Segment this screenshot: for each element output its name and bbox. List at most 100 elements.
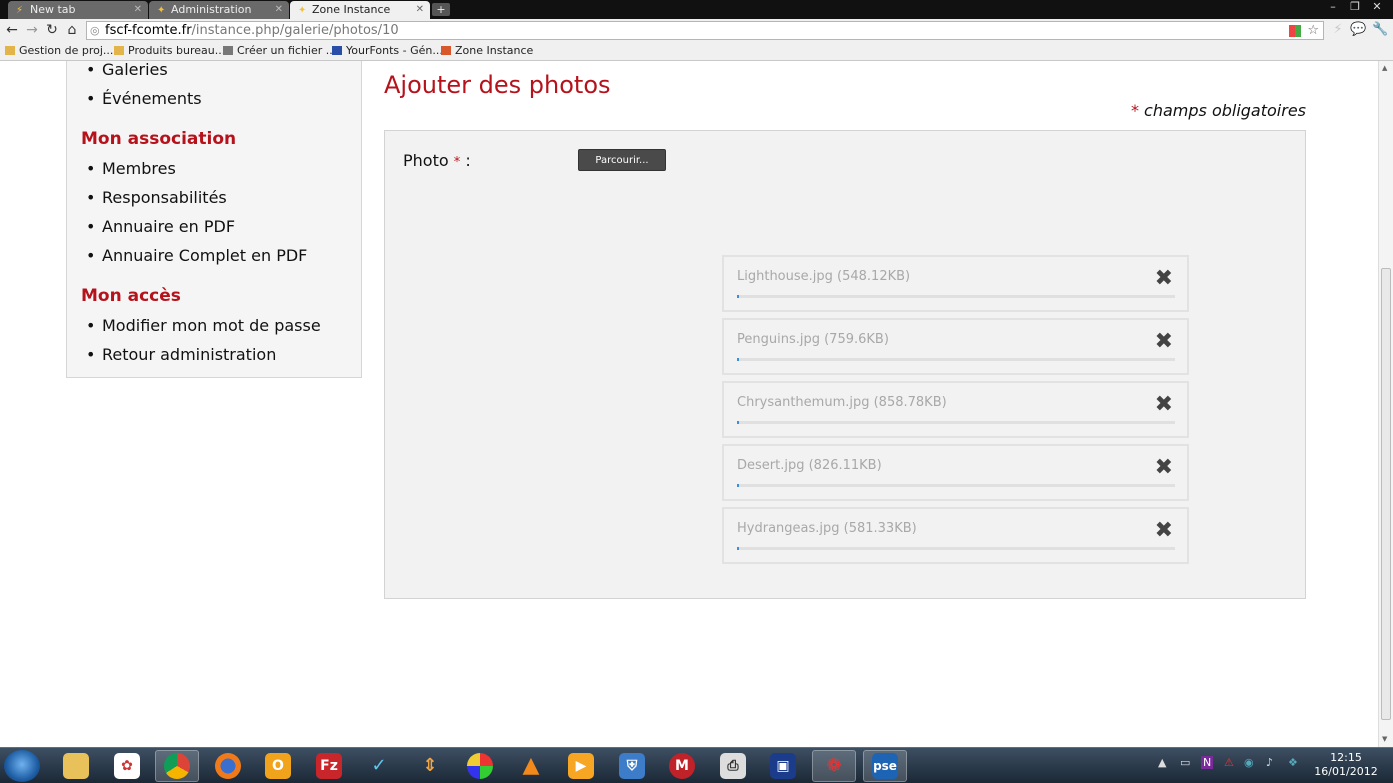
tab-new-tab[interactable]: ⚡ New tab ✕ — [8, 1, 148, 19]
page-viewport: Galeries Événements Mon association Memb… — [0, 61, 1378, 747]
bookmark-item[interactable]: YourFonts - Gén... — [332, 42, 443, 60]
media-app[interactable]: ▶ — [559, 750, 603, 782]
sidebar-item-annuaire-complet-pdf[interactable]: Annuaire Complet en PDF — [86, 246, 307, 265]
sync-icon[interactable]: ◉ — [1244, 756, 1254, 769]
sidebar-item-evenements[interactable]: Événements — [86, 89, 202, 108]
start-button[interactable] — [4, 750, 40, 782]
remove-file-icon[interactable]: ✖ — [1155, 268, 1173, 290]
bookmark-star-icon[interactable]: ☆ — [1307, 22, 1319, 39]
remove-file-icon[interactable]: ✖ — [1155, 520, 1173, 542]
volume-icon[interactable]: ♪ — [1266, 756, 1273, 769]
reload-icon[interactable]: ↻ — [44, 22, 60, 38]
play-icon: ▶ — [568, 753, 594, 779]
browser-toolbar: ← → ↻ ⌂ ◎ fscf-fcomte.fr/instance.php/ga… — [0, 19, 1393, 42]
shield-icon: ⛨ — [619, 753, 645, 779]
bookmark-item[interactable]: Créer un fichier ... — [223, 42, 336, 60]
dropbox-icon[interactable]: ❖ — [1288, 756, 1298, 769]
filezilla-icon: Fz — [316, 753, 342, 779]
app-14[interactable]: ⎙ — [711, 750, 755, 782]
extension-icon[interactable] — [1289, 25, 1301, 37]
sidebar-item-label: Responsabilités — [102, 188, 227, 207]
firefox-app[interactable] — [206, 750, 250, 782]
scrollbar-thumb[interactable] — [1381, 268, 1391, 720]
site-favicon-icon: ✦ — [298, 5, 307, 16]
upload-progress-bar — [737, 358, 1175, 361]
network-icon[interactable]: ▭ — [1180, 756, 1190, 769]
filezilla-app[interactable]: Fz — [307, 750, 351, 782]
photo-label-text: Photo — [403, 151, 449, 170]
chrome-app[interactable] — [155, 750, 199, 782]
folder-icon — [63, 753, 89, 779]
restore-icon[interactable]: ❐ — [1344, 0, 1366, 16]
sidebar-item-galeries[interactable]: Galeries — [86, 61, 168, 79]
vlc-cone-icon: ▲ — [522, 753, 540, 778]
lightning-icon[interactable]: ⚡ — [1330, 22, 1346, 38]
wrench-icon[interactable]: 🔧 — [1372, 22, 1388, 38]
tab-zone-instance[interactable]: ✦ Zone Instance ✕ — [290, 1, 430, 19]
page-title: Ajouter des photos — [384, 71, 611, 99]
file-name: Penguins.jpg (759.6KB) — [737, 332, 889, 347]
app-7[interactable]: ✓ — [357, 750, 401, 782]
show-hidden-icons-icon[interactable]: ▲ — [1158, 756, 1166, 769]
tab-title: Zone Instance — [312, 3, 391, 16]
scroll-up-icon[interactable]: ▲ — [1382, 64, 1387, 72]
url-host: fscf-fcomte.fr — [105, 23, 192, 38]
close-icon[interactable]: ✕ — [275, 1, 283, 18]
photo-field-label: Photo * : — [403, 151, 471, 170]
pse-app[interactable]: pse — [863, 750, 907, 782]
firefox-icon — [215, 753, 241, 779]
file-name: Hydrangeas.jpg (581.33KB) — [737, 521, 917, 536]
tab-title: Administration — [171, 3, 252, 16]
address-bar[interactable]: ◎ fscf-fcomte.fr/instance.php/galerie/ph… — [86, 21, 1324, 40]
file-name: Chrysanthemum.jpg (858.78KB) — [737, 395, 947, 410]
remove-file-icon[interactable]: ✖ — [1155, 331, 1173, 353]
close-icon[interactable]: ✕ — [134, 1, 142, 18]
security-app[interactable]: ⛨ — [610, 750, 654, 782]
molecule-icon: ❁ — [826, 755, 842, 776]
explorer-app[interactable] — [54, 750, 98, 782]
system-clock[interactable]: 12:15 16/01/2012 — [1312, 751, 1380, 779]
minimize-icon[interactable]: – — [1322, 0, 1344, 16]
browse-button[interactable]: Parcourir... — [578, 149, 666, 171]
outlook-app[interactable]: O — [256, 750, 300, 782]
new-tab-button[interactable]: + — [432, 3, 450, 16]
tab-administration[interactable]: ✦ Administration ✕ — [149, 1, 289, 19]
picasa-app[interactable]: ✿ — [105, 750, 149, 782]
back-icon[interactable]: ← — [4, 22, 20, 38]
sidebar-item-responsabilites[interactable]: Responsabilités — [86, 188, 227, 207]
remove-file-icon[interactable]: ✖ — [1155, 394, 1173, 416]
sidebar-item-label: Événements — [102, 89, 202, 108]
bookmark-item[interactable]: Gestion de proj... — [5, 42, 113, 60]
sidebar-item-modifier-mot-de-passe[interactable]: Modifier mon mot de passe — [86, 316, 321, 335]
sidebar-item-annuaire-pdf[interactable]: Annuaire en PDF — [86, 217, 235, 236]
page-scrollbar[interactable]: ▲ ▼ — [1378, 61, 1393, 747]
page-info-icon[interactable]: ◎ — [90, 22, 100, 39]
upload-queue-item: Penguins.jpg (759.6KB) ✖ — [722, 318, 1189, 375]
app-9[interactable] — [458, 750, 502, 782]
app-8[interactable]: ⇕ — [408, 750, 452, 782]
chat-bubble-icon[interactable]: 💬 — [1350, 22, 1366, 38]
app-15[interactable]: ▣ — [761, 750, 805, 782]
window-icon: ▣ — [770, 753, 796, 779]
home-icon[interactable]: ⌂ — [64, 22, 80, 38]
close-icon[interactable]: ✕ — [416, 1, 424, 18]
circle-logo-icon: M — [669, 753, 695, 779]
vlc-app[interactable]: ▲ — [509, 750, 553, 782]
app-16[interactable]: ❁ — [812, 750, 856, 782]
required-note-text: champs obligatoires — [1144, 101, 1306, 120]
bookmarks-bar: Gestion de proj... Produits bureau... Cr… — [0, 42, 1393, 61]
onenote-icon[interactable]: N — [1201, 756, 1214, 769]
sidebar-item-retour-administration[interactable]: Retour administration — [86, 345, 276, 364]
scroll-down-icon[interactable]: ▼ — [1382, 735, 1387, 743]
colorwheel-icon — [467, 753, 493, 779]
sidebar-item-membres[interactable]: Membres — [86, 159, 176, 178]
bookmark-item[interactable]: Produits bureau... — [114, 42, 225, 60]
bookmark-label: Gestion de proj... — [19, 44, 114, 57]
remove-file-icon[interactable]: ✖ — [1155, 457, 1173, 479]
bookmark-label: Produits bureau... — [128, 44, 226, 57]
bookmark-item[interactable]: Zone Instance — [441, 42, 533, 60]
close-window-icon[interactable]: ✕ — [1366, 0, 1388, 16]
acrobat-icon[interactable]: ⚠ — [1224, 756, 1234, 769]
app-13[interactable]: M — [660, 750, 704, 782]
forward-icon[interactable]: → — [24, 22, 40, 38]
